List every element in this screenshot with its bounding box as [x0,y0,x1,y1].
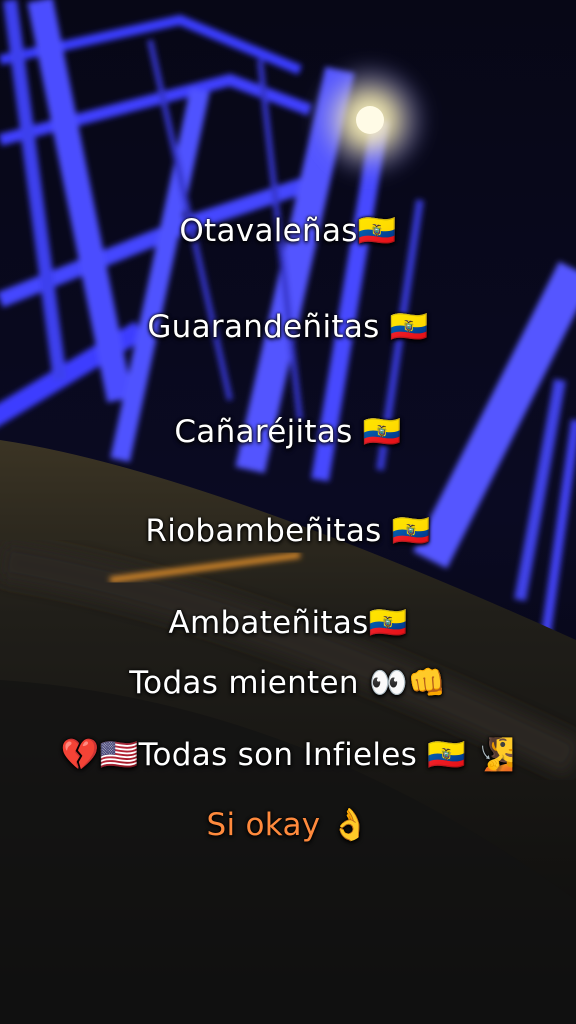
text-line-todas-infieles: 💔🇺🇸Todas son Infieles 🇪🇨 🧏 [60,737,516,773]
text-line-todas-mienten: Todas mienten 👀👊 [129,665,447,701]
text-line-si-okay: Si okay 👌 [206,807,370,843]
text-line-guarandenitas: Guarandeñitas 🇪🇨 [147,309,429,345]
text-line-canarejitas: Cañaréjitas 🇪🇨 [174,414,402,450]
text-line-ambatenitas: Ambateñitas🇪🇨 [168,605,408,641]
text-line-riobambenitas: Riobambeñitas 🇪🇨 [145,513,431,549]
text-line-otavalenas: Otavaleñas🇪🇨 [179,213,397,249]
